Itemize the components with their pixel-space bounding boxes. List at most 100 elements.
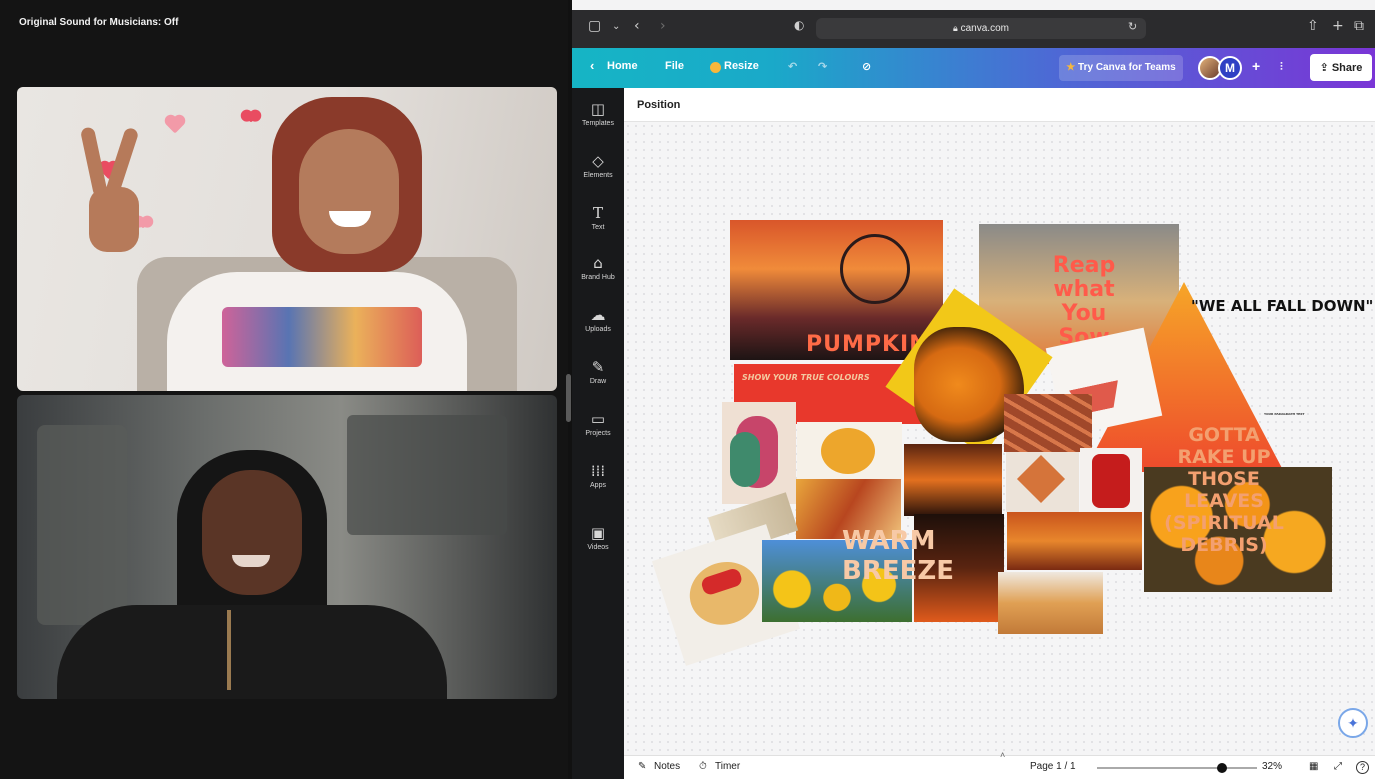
- resize-crown-icon: [710, 62, 721, 73]
- reload-icon[interactable]: ↻: [1128, 20, 1137, 33]
- pumpkin-latte-photo[interactable]: [998, 572, 1103, 634]
- templates-icon: ◫: [590, 100, 606, 118]
- lock-icon: 🔒︎: [953, 23, 958, 33]
- shirt-graphic: [222, 307, 422, 367]
- background-blur-shapes: [347, 415, 507, 535]
- videos-icon: ▣: [590, 524, 606, 542]
- red-sweater-photo[interactable]: [1080, 448, 1142, 513]
- elements-icon: ◇: [592, 152, 604, 170]
- address-bar[interactable]: 🔒︎ canva.com: [816, 18, 1146, 39]
- notes-button[interactable]: Notes: [654, 761, 680, 772]
- rail-uploads[interactable]: ☁ Uploads: [572, 306, 624, 333]
- split-view-divider-handle[interactable]: [566, 374, 571, 422]
- share-sheet-icon[interactable]: ⇧: [1307, 18, 1319, 34]
- figure-green: [730, 432, 760, 487]
- browser-window: ▢ ⌄ ‹ › ◐ 🔒︎ canva.com ↻ ⇧ + ⧉ ‹ Home Fi…: [572, 0, 1375, 779]
- position-button[interactable]: Position: [637, 99, 680, 111]
- person-face: [202, 470, 302, 595]
- soup-bowl: [821, 428, 875, 474]
- maple-leaf-photo[interactable]: [1006, 452, 1079, 512]
- cloud-saved-icon[interactable]: ⊘: [862, 60, 871, 73]
- rail-text[interactable]: T Text: [572, 204, 624, 231]
- page-indicator[interactable]: Page 1 / 1: [1030, 761, 1076, 772]
- person-face: [299, 129, 399, 254]
- canva-footer-bar: ✎ Notes ⏱ Timer ˄ Page 1 / 1 32% ▦ ⤢ ?: [624, 750, 1375, 779]
- collaborator-avatar-initial[interactable]: M: [1218, 56, 1242, 80]
- zoom-level[interactable]: 32%: [1262, 761, 1282, 772]
- notes-icon[interactable]: ✎: [638, 761, 646, 772]
- resize-button[interactable]: Resize: [724, 60, 759, 72]
- draw-icon: ✎: [591, 358, 605, 376]
- we-all-fall-down-text[interactable]: "WE ALL FALL DOWN": [1191, 297, 1373, 315]
- fullscreen-icon[interactable]: ⤢: [1334, 761, 1342, 772]
- participant-video-tile-1[interactable]: [17, 87, 557, 391]
- ferris-wheel-shape: [840, 234, 910, 304]
- rail-draw[interactable]: ✎ Draw: [572, 358, 624, 385]
- share-button[interactable]: ⇪ Share: [1310, 54, 1372, 81]
- original-sound-label[interactable]: Original Sound for Musicians: Off: [19, 17, 178, 28]
- insights-chart-icon[interactable]: ⫶: [1280, 60, 1283, 74]
- chevron-up-icon[interactable]: ˄: [1000, 750, 1005, 760]
- try-canva-for-teams-button[interactable]: ★ Try Canva for Teams: [1059, 55, 1183, 81]
- grid-view-icon[interactable]: ▦: [1309, 761, 1318, 772]
- zoom-slider[interactable]: [1097, 763, 1257, 773]
- chevron-down-icon[interactable]: ⌄: [612, 21, 620, 32]
- brand-hub-icon: ⌂: [593, 254, 603, 272]
- hugging-illustration[interactable]: [722, 402, 796, 504]
- sweater-shape: [1092, 454, 1130, 508]
- gotta-rake-up-those-leaves-text[interactable]: GOTTA RAKE UP THOSE LEAVES (SPIRITUAL DE…: [1144, 424, 1304, 556]
- participant-video-tile-2[interactable]: [17, 395, 557, 699]
- uploads-icon: ☁: [590, 306, 606, 324]
- text-icon: T: [592, 204, 603, 222]
- rail-elements[interactable]: ◇ Elements: [572, 152, 624, 179]
- back-arrow-icon[interactable]: ‹: [634, 18, 640, 34]
- zoom-slider-knob[interactable]: [1216, 763, 1227, 773]
- screen: Original Sound for Musicians: Off ▢ ⌄ ‹ …: [0, 0, 1375, 779]
- warm-breeze-text[interactable]: WARM BREEZE: [842, 526, 954, 586]
- peace-sign-hand: [79, 126, 142, 257]
- cinnamon-sticks-photo[interactable]: [1004, 394, 1092, 452]
- new-tab-icon[interactable]: +: [1332, 18, 1344, 34]
- sidebar-toggle-icon[interactable]: ▢: [588, 18, 601, 34]
- undo-icon[interactable]: ↶: [788, 60, 797, 73]
- redo-icon[interactable]: ↷: [818, 60, 827, 73]
- necklace: [227, 610, 231, 690]
- video-call-panel: Original Sound for Musicians: Off: [0, 0, 571, 779]
- wall-heart-decoration: [245, 111, 257, 123]
- home-back-chevron-icon[interactable]: ‹: [590, 58, 594, 73]
- canva-side-rail: ◫ Templates ◇ Elements T Text ⌂ Brand Hub ☁ U…: [572, 88, 624, 779]
- wall-heart-decoration: [166, 116, 184, 134]
- person-sweater: [57, 605, 447, 699]
- paragraph-placeholder-text[interactable]: YOUR PARAGRAPH TEXT: [1264, 412, 1305, 416]
- url-text: canva.com: [960, 23, 1009, 34]
- rail-templates[interactable]: ◫ Templates: [572, 100, 624, 127]
- home-button[interactable]: Home: [607, 60, 638, 72]
- show-your-true-colours-text[interactable]: SHOW YOUR TRUE COLOURS: [742, 373, 870, 382]
- background-blur-shapes: [37, 425, 127, 625]
- rail-videos[interactable]: ▣ Videos: [572, 524, 624, 551]
- design-canvas[interactable]: PUMPKIN SHOW YOUR TRUE COLOURS Reap what…: [624, 122, 1375, 755]
- add-collaborator-icon[interactable]: +: [1252, 58, 1260, 74]
- fiery-sky-photo[interactable]: [904, 444, 1002, 516]
- pumpkin-soup-photo[interactable]: [797, 422, 902, 480]
- canva-top-toolbar: ‹ Home File Resize ↶ ↷ ⊘ ★ Try Canva for…: [572, 48, 1375, 88]
- tab-overview-icon[interactable]: ⧉: [1354, 18, 1364, 34]
- privacy-shield-icon[interactable]: ◐: [794, 18, 804, 32]
- rail-projects[interactable]: ▭ Projects: [572, 410, 624, 437]
- element-properties-bar: Position: [624, 88, 1375, 122]
- browser-toolbar: ▢ ⌄ ‹ › ◐ 🔒︎ canva.com ↻ ⇧ + ⧉: [572, 10, 1375, 48]
- magic-sparkle-icon[interactable]: ✦: [1338, 708, 1368, 738]
- timer-icon[interactable]: ⏱: [699, 761, 707, 772]
- crown-icon: ★: [1066, 62, 1076, 73]
- person-smile: [232, 555, 270, 567]
- help-icon[interactable]: ?: [1356, 761, 1369, 774]
- forward-arrow-icon[interactable]: ›: [660, 18, 666, 34]
- rail-brand-hub[interactable]: ⌂ Brand Hub: [572, 254, 624, 281]
- file-menu-button[interactable]: File: [665, 60, 684, 72]
- timer-button[interactable]: Timer: [715, 761, 740, 772]
- autumn-forest-photo[interactable]: [1007, 512, 1142, 570]
- waffle-plate: [681, 553, 768, 634]
- apps-icon: ⁞⁞⁞: [590, 462, 606, 480]
- rail-apps[interactable]: ⁞⁞⁞ Apps: [572, 462, 624, 489]
- folder-icon: ▭: [590, 410, 606, 428]
